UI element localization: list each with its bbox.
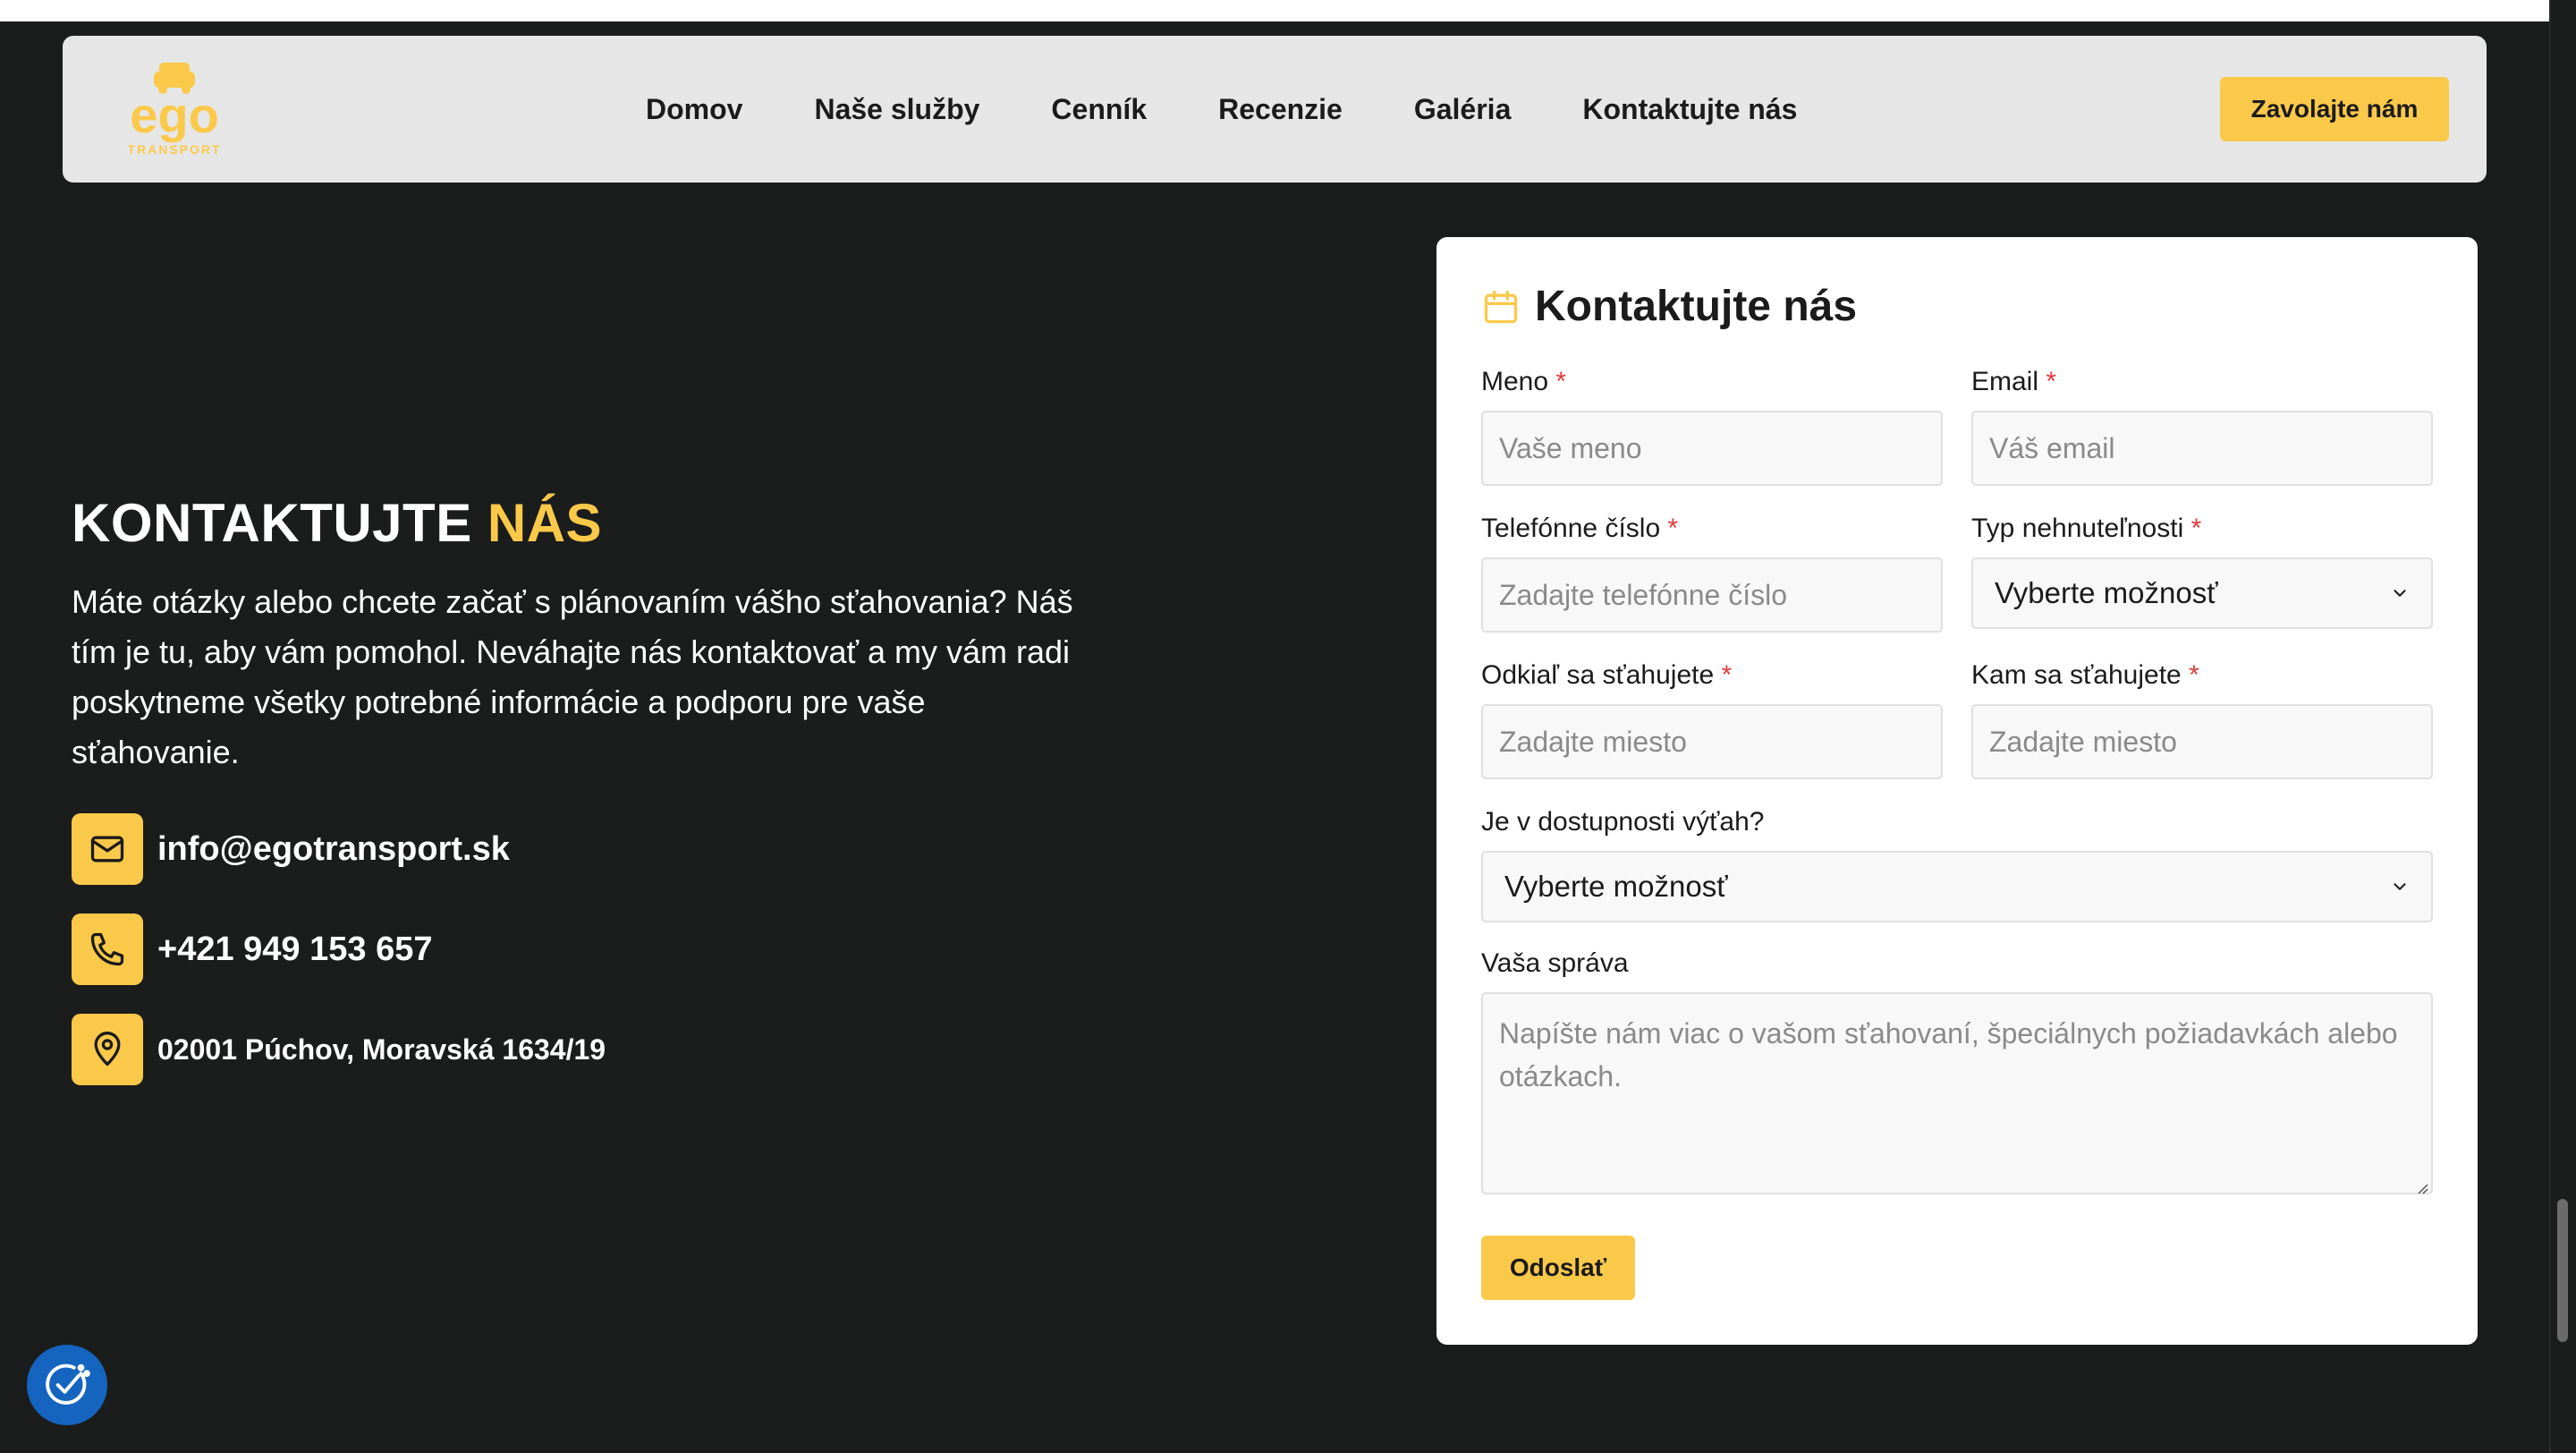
nav-link-galeria[interactable]: Galéria xyxy=(1414,93,1512,126)
property-type-label: Typ nehnuteľnosti * xyxy=(1971,514,2202,543)
message-field-group: Vaša správa xyxy=(1481,947,2433,1199)
logo-subtitle: TRANSPORT xyxy=(127,142,221,157)
calendar-icon xyxy=(1484,290,1518,323)
contact-form: Kontaktujte nás Meno * Email * Telefónne… xyxy=(1436,237,2478,1345)
heading-main: KONTAKTUJTE xyxy=(72,493,487,553)
name-field-group: Meno * xyxy=(1481,366,1943,486)
contact-info-section: KONTAKTUJTE NÁS Máte otázky alebo chcete… xyxy=(72,492,1109,1085)
message-textarea[interactable] xyxy=(1481,992,2433,1194)
elevator-select[interactable]: Vyberte možnosť xyxy=(1481,851,2433,922)
property-type-select[interactable]: Vyberte možnosť xyxy=(1971,557,2433,629)
from-label: Odkiaľ sa sťahujete * xyxy=(1481,660,1733,690)
contact-email-link[interactable]: info@egotransport.sk xyxy=(157,830,510,869)
accessibility-check-icon xyxy=(46,1364,90,1405)
phone-field-group: Telefónne číslo * xyxy=(1481,513,1943,633)
main-nav: Domov Naše služby Cenník Recenzie Galéri… xyxy=(646,36,1797,183)
logo-word: ego xyxy=(130,87,219,143)
elevator-selected: Vyberte možnosť xyxy=(1504,870,1728,903)
location-pin-icon xyxy=(72,1014,143,1085)
scrollbar-thumb[interactable] xyxy=(2557,1199,2568,1342)
elevator-label: Je v dostupnosti výťah? xyxy=(1481,807,1765,837)
to-field-group: Kam sa sťahujete * xyxy=(1971,659,2433,779)
contact-phone-link[interactable]: +421 949 153 657 xyxy=(157,930,432,969)
from-input[interactable] xyxy=(1481,704,1943,779)
property-type-selected: Vyberte možnosť xyxy=(1995,576,2218,609)
property-type-field-group: Typ nehnuteľnosti * Vyberte možnosť xyxy=(1971,513,2433,629)
navbar: ego TRANSPORT Domov Naše služby Cenník R… xyxy=(63,36,2487,183)
name-label: Meno * xyxy=(1481,367,1567,396)
heading-accent: NÁS xyxy=(487,493,603,553)
section-description: Máte otázky alebo chcete začať s plánova… xyxy=(72,583,1073,770)
name-input[interactable] xyxy=(1481,411,1943,486)
nav-link-domov[interactable]: Domov xyxy=(646,93,742,126)
chevron-down-icon xyxy=(2394,883,2406,890)
from-field-group: Odkiaľ sa sťahujete * xyxy=(1481,659,1943,779)
message-label: Vaša správa xyxy=(1481,948,1629,978)
form-title: Kontaktujte nás xyxy=(1535,283,1858,330)
nav-link-nase-sluzby[interactable]: Naše služby xyxy=(814,93,979,126)
section-heading: KONTAKTUJTE NÁS xyxy=(72,492,1109,554)
nav-link-recenzie[interactable]: Recenzie xyxy=(1218,93,1343,126)
resize-handle-icon[interactable] xyxy=(2415,1181,2429,1195)
ego-transport-logo[interactable]: ego TRANSPORT xyxy=(125,57,224,161)
email-label: Email * xyxy=(1971,367,2057,396)
call-us-button[interactable]: Zavolajte nám xyxy=(2220,77,2449,141)
phone-input[interactable] xyxy=(1481,557,1943,633)
email-input[interactable] xyxy=(1971,411,2433,486)
chevron-down-icon xyxy=(2394,590,2406,597)
mail-icon xyxy=(72,813,143,885)
contact-phone-row: +421 949 153 657 xyxy=(72,913,1109,985)
phone-icon xyxy=(72,913,143,985)
to-input[interactable] xyxy=(1971,704,2433,779)
contact-email-row: info@egotransport.sk xyxy=(72,813,1109,885)
contact-address-row: 02001 Púchov, Moravská 1634/19 xyxy=(72,1014,1109,1085)
submit-button[interactable]: Odoslať xyxy=(1481,1236,1635,1300)
form-title-row: Kontaktujte nás xyxy=(1481,282,1857,331)
to-label: Kam sa sťahujete * xyxy=(1971,660,2199,690)
nav-link-kontakt[interactable]: Kontaktujte nás xyxy=(1582,93,1797,126)
nav-link-cennik[interactable]: Cenník xyxy=(1051,93,1147,126)
elevator-field-group: Je v dostupnosti výťah? Vyberte možnosť xyxy=(1481,806,2433,922)
phone-label: Telefónne číslo * xyxy=(1481,514,1679,543)
email-field-group: Email * xyxy=(1971,366,2433,486)
browser-top-strip xyxy=(0,0,2549,21)
accessibility-button[interactable] xyxy=(27,1345,107,1425)
contact-address: 02001 Púchov, Moravská 1634/19 xyxy=(157,1032,606,1066)
